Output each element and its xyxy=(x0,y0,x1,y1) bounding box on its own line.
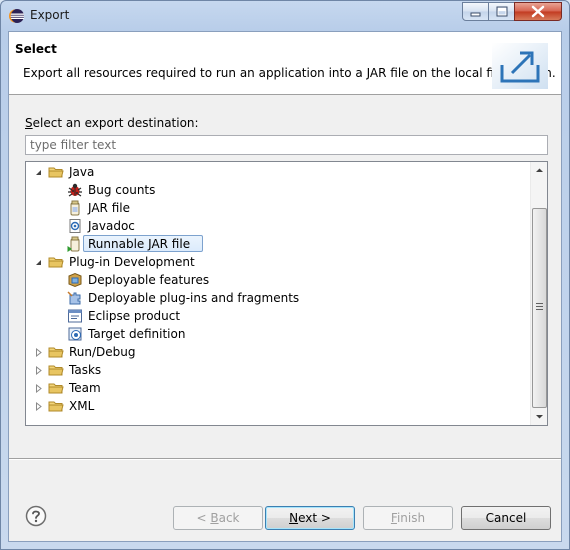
plugin-icon xyxy=(67,291,81,305)
tree-item-label: XML xyxy=(69,399,95,413)
eclipse-icon xyxy=(9,9,24,23)
export-destination-tree[interactable]: Java Bug counts JAR file Javadoc Runnable JA… xyxy=(25,161,548,426)
tree-item-xml[interactable]: XML xyxy=(26,397,530,415)
scroll-thumb[interactable] xyxy=(532,208,547,408)
tree-item-label: Runnable JAR file xyxy=(88,237,191,251)
label-mnemonic: S xyxy=(25,116,33,130)
folder-icon xyxy=(48,167,64,178)
tree-item-label: Plug-in Development xyxy=(69,255,195,269)
next-button[interactable]: Next > xyxy=(265,506,355,530)
tree-item-bug-counts[interactable]: Bug counts xyxy=(26,181,530,199)
bug-icon xyxy=(68,183,82,197)
tree-item-team[interactable]: Team xyxy=(26,379,530,397)
tree-item-eclipse-product[interactable]: Eclipse product xyxy=(26,307,530,325)
runnable-jar-icon xyxy=(67,236,80,252)
back-mnemonic: B xyxy=(210,511,219,525)
tree-item-tasks[interactable]: Tasks xyxy=(26,361,530,379)
label-text: elect an export destination: xyxy=(32,116,199,130)
title-bar[interactable]: Export xyxy=(1,1,569,31)
tree-item-label: Java xyxy=(69,165,95,179)
expanded-arrow-icon[interactable] xyxy=(34,258,43,267)
folder-icon xyxy=(48,383,64,394)
wizard-page-description: Export all resources required to run an … xyxy=(23,66,556,80)
close-icon xyxy=(531,5,545,18)
feature-icon xyxy=(68,272,82,288)
help-icon[interactable] xyxy=(25,505,47,527)
folder-icon xyxy=(48,257,64,268)
collapsed-arrow-icon[interactable] xyxy=(34,384,43,393)
tree-item-label: Eclipse product xyxy=(88,309,181,323)
scroll-grip-icon xyxy=(536,303,543,310)
product-icon xyxy=(68,309,82,323)
tree-item-runnable-jar-file[interactable]: Runnable JAR file xyxy=(26,235,530,253)
tree-item-label: Tasks xyxy=(69,363,102,377)
tree-vertical-scrollbar[interactable] xyxy=(530,162,548,425)
filter-input[interactable] xyxy=(25,135,548,155)
tree-item-javadoc[interactable]: Javadoc xyxy=(26,217,530,235)
tree-item-label: Target definition xyxy=(88,327,186,341)
export-dialog-window: Export Select Export all resources requi… xyxy=(0,0,570,550)
expanded-arrow-icon[interactable] xyxy=(34,168,43,177)
button-bar-separator xyxy=(9,458,561,460)
collapsed-arrow-icon[interactable] xyxy=(34,348,43,357)
javadoc-icon xyxy=(69,219,81,233)
export-destination-label: Select an export destination: xyxy=(25,116,199,130)
tree-item-label: JAR file xyxy=(88,201,130,215)
tree-item-deployable-features[interactable]: Deployable features xyxy=(26,271,530,289)
target-icon xyxy=(68,327,82,341)
close-button[interactable] xyxy=(514,2,562,21)
tree-item-plug-in-development[interactable]: Plug-in Development xyxy=(26,253,530,271)
window-title: Export xyxy=(30,8,70,22)
jar-icon xyxy=(70,200,80,216)
scroll-down-arrow-icon[interactable] xyxy=(531,408,548,425)
collapsed-arrow-icon[interactable] xyxy=(34,402,43,411)
folder-icon xyxy=(48,365,64,376)
scroll-up-arrow-icon[interactable] xyxy=(531,162,548,179)
folder-icon xyxy=(48,401,64,412)
finish-label: inish xyxy=(396,511,426,525)
tree-item-label: Bug counts xyxy=(88,183,156,197)
collapsed-arrow-icon[interactable] xyxy=(34,366,43,375)
tree-item-deployable-plug-ins-and-fragments[interactable]: Deployable plug-ins and fragments xyxy=(26,289,530,307)
next-label: ext > xyxy=(298,511,331,525)
back-label: ack xyxy=(218,511,240,525)
minimize-icon xyxy=(470,12,481,17)
cancel-button[interactable]: Cancel xyxy=(461,506,551,530)
tree-item-label: Javadoc xyxy=(88,219,135,233)
finish-button[interactable]: Finish xyxy=(363,506,453,530)
tree-item-label: Team xyxy=(69,381,101,395)
back-prefix: < xyxy=(196,511,211,525)
tree-item-label: Deployable features xyxy=(88,273,210,287)
tree-item-label: Deployable plug-ins and fragments xyxy=(88,291,300,305)
tree-item-label: Run/Debug xyxy=(69,345,136,359)
maximize-icon xyxy=(496,6,508,17)
next-mnemonic: N xyxy=(289,511,299,525)
tree-item-target-definition[interactable]: Target definition xyxy=(26,325,530,343)
tree-item-java[interactable]: Java xyxy=(26,163,530,181)
wizard-banner: Select Export all resources required to … xyxy=(9,32,561,95)
tree-item-jar-file[interactable]: JAR file xyxy=(26,199,530,217)
wizard-page-title: Select xyxy=(15,42,57,56)
minimize-button[interactable] xyxy=(462,2,489,21)
back-button[interactable]: < Back xyxy=(173,506,263,530)
folder-icon xyxy=(48,347,64,358)
dialog-client-area: Select Export all resources required to … xyxy=(8,31,562,542)
maximize-button[interactable] xyxy=(488,2,515,21)
export-wizard-icon xyxy=(492,43,548,89)
tree-item-run-debug[interactable]: Run/Debug xyxy=(26,343,530,361)
